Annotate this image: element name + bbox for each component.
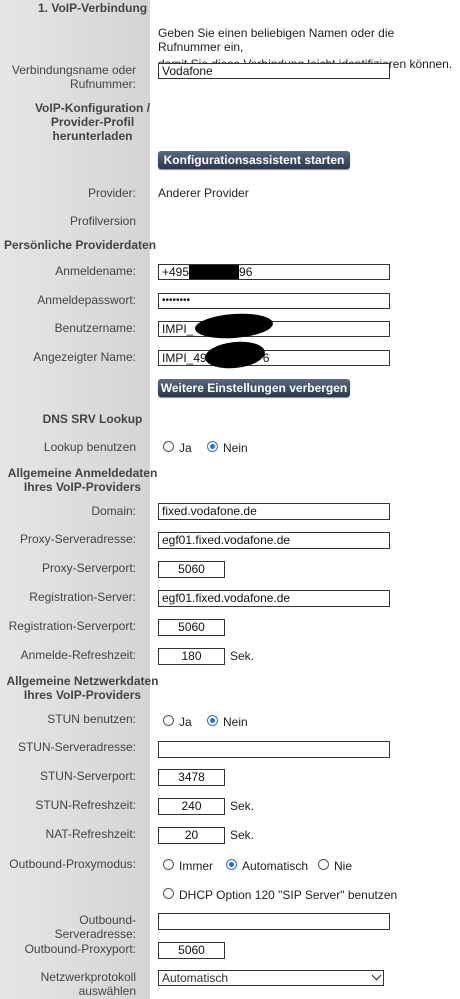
lookup-label: Lookup benutzen (43, 440, 136, 454)
registration-port-input[interactable]: 5060 (158, 619, 225, 636)
display-name-input[interactable]: IMPI_49 6 (158, 350, 390, 366)
stun-port-label: STUN-Serverport: (39, 769, 136, 783)
outbound-address-input[interactable] (158, 913, 390, 930)
stun-port-input[interactable]: 3478 (158, 769, 225, 786)
domain-label: Domain: (91, 504, 136, 518)
outbound-always-radio[interactable] (163, 859, 174, 870)
outbound-never-radio[interactable] (318, 859, 329, 870)
refresh-time-label: Anmelde-Refreshzeit: (20, 648, 136, 662)
stun-refresh-input[interactable]: 240 (158, 798, 225, 815)
nat-refresh-unit: Sek. (230, 828, 255, 842)
outbound-mode-label: Outbound-Proxymodus: (9, 857, 136, 871)
network-protocol-select[interactable]: Automatisch (158, 970, 384, 986)
stun-yes-radio[interactable] (163, 715, 174, 726)
outbound-auto-label: Automatisch (242, 859, 309, 873)
proxy-address-input[interactable]: egf01.fixed.vodafone.de (158, 532, 390, 549)
outbound-port-label: Outbound-Proxyport: (24, 942, 136, 956)
dhcp-option-label: DHCP Option 120 "SIP Server" benutzen (179, 888, 398, 902)
network-protocol-label: Netzwerkprotokoll auswählen (40, 970, 136, 998)
lookup-yes-radio[interactable] (163, 441, 174, 452)
nat-refresh-input[interactable]: 20 (158, 827, 225, 844)
username-label: Benutzername: (54, 321, 136, 335)
section-title-login-data: Allgemeine Anmeldedaten Ihres VoIP-Provi… (7, 466, 158, 494)
provider-label: Provider: (87, 186, 136, 200)
registration-server-input[interactable]: egf01.fixed.vodafone.de (158, 590, 390, 607)
lookup-yes-label: Ja (179, 441, 192, 455)
proxy-port-label: Proxy-Serverport: (41, 561, 136, 575)
lookup-no-label: Nein (223, 441, 248, 455)
refresh-time-input[interactable]: 180 (158, 648, 225, 665)
connection-name-input[interactable]: Vodafone (158, 63, 390, 79)
section-title-network-data: Allgemeine Netzwerkdaten Ihres VoIP-Prov… (6, 674, 159, 702)
stun-no-label: Nein (223, 715, 248, 729)
login-name-label: Anmeldename: (55, 264, 136, 278)
proxy-port-input[interactable]: 5060 (158, 561, 225, 578)
outbound-always-label: Immer (179, 859, 213, 873)
outbound-address-label: Outbound-Serveradresse: (54, 913, 136, 941)
redaction-mask (189, 265, 240, 279)
dhcp-option-radio[interactable] (163, 888, 174, 899)
login-password-label: Anmeldepasswort: (37, 293, 136, 307)
proxy-address-label: Proxy-Serveradresse: (19, 532, 136, 546)
display-name-label: Angezeigter Name: (33, 350, 136, 364)
login-name-input[interactable]: +495 96 (158, 264, 390, 280)
provider-value: Anderer Provider (158, 186, 249, 200)
chevron-down-icon (371, 970, 382, 981)
label-column (0, 0, 150, 999)
stun-refresh-unit: Sek. (230, 799, 255, 813)
stun-use-label: STUN benutzen: (47, 712, 136, 726)
nat-refresh-label: NAT-Refreshzeit: (45, 827, 136, 841)
section-title-personal: Persönliche Providerdaten (4, 238, 157, 252)
profile-version-label: Profilversion (69, 214, 136, 228)
outbound-auto-radio[interactable] (226, 859, 237, 870)
registration-server-label: Registration-Server: (29, 590, 136, 604)
outbound-never-label: Nie (334, 859, 353, 873)
section-title-voip: 1. VoIP-Verbindung (38, 1, 148, 15)
section-title-dns: DNS SRV Lookup (42, 412, 143, 426)
voip-config-label: VoIP-Konfiguration / Provider-Profil her… (34, 101, 151, 143)
stun-refresh-label: STUN-Refreshzeit: (35, 798, 136, 812)
refresh-time-unit: Sek. (230, 649, 255, 663)
username-input[interactable]: IMPI_ (158, 321, 390, 337)
lookup-no-radio[interactable] (207, 441, 218, 452)
redaction-blob-2 (203, 338, 267, 372)
connection-name-label: Verbindungsname oder Rufnummer: (11, 63, 136, 91)
config-assistant-button[interactable]: Konfigurationsassistent starten (158, 151, 350, 169)
registration-port-label: Registration-Serverport: (8, 619, 136, 633)
outbound-port-input[interactable]: 5060 (158, 942, 225, 959)
domain-input[interactable]: fixed.vodafone.de (158, 503, 390, 520)
stun-yes-label: Ja (179, 715, 192, 729)
stun-address-input[interactable] (158, 741, 390, 758)
stun-address-label: STUN-Serveradresse: (17, 740, 136, 754)
hide-settings-button[interactable]: Weitere Einstellungen verbergen (158, 379, 350, 397)
stun-no-radio[interactable] (207, 715, 218, 726)
login-password-input[interactable]: •••••••• (158, 293, 390, 309)
